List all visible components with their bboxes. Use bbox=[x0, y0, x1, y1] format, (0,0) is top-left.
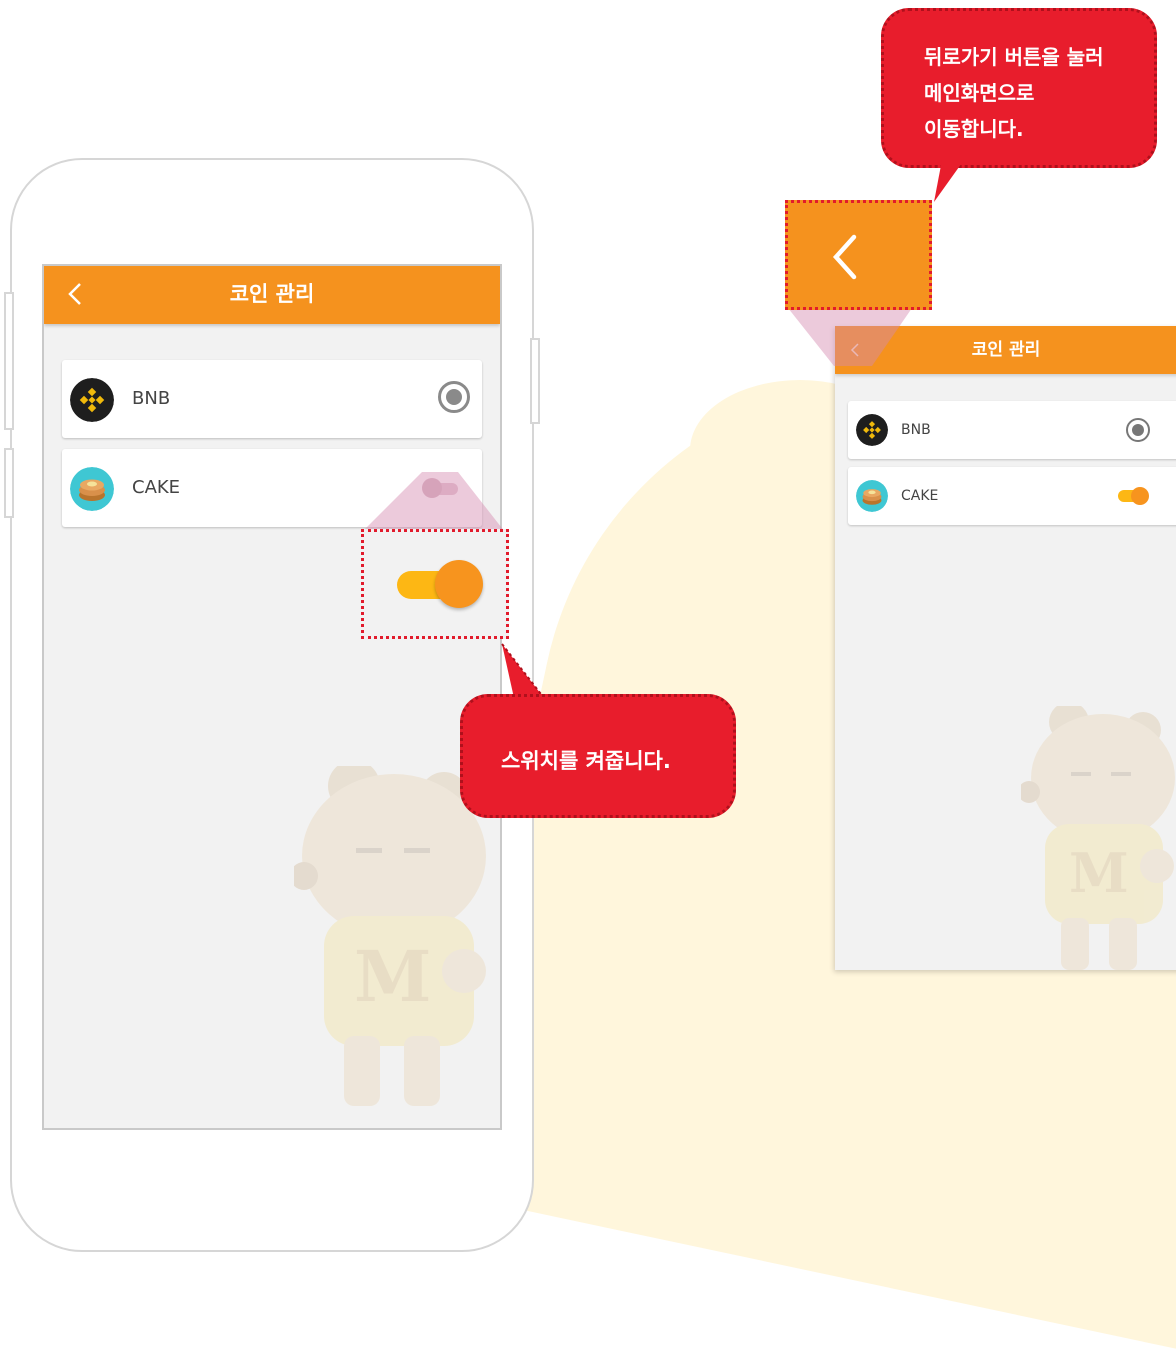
page-title: 코인 관리 bbox=[229, 282, 315, 306]
radio-selected-icon[interactable] bbox=[438, 381, 470, 413]
back-callout-text: 뒤로가기 버튼을 눌러 메인화면으로 이동합니다. bbox=[924, 39, 1104, 147]
cake-coin-icon bbox=[856, 480, 888, 512]
bnb-coin-icon bbox=[70, 378, 114, 422]
callout-pointer bbox=[501, 643, 545, 699]
cake-coin-icon bbox=[70, 467, 114, 511]
preview-coin-row-cake[interactable]: CAKE bbox=[848, 467, 1176, 525]
app-header: 코인 관리 bbox=[44, 266, 500, 324]
chevron-left-icon[interactable] bbox=[826, 231, 866, 283]
mascot-watermark: M bbox=[1021, 706, 1175, 970]
bnb-coin-icon bbox=[856, 414, 888, 446]
phone-screen: M 코인 관리 BNB CAKE bbox=[42, 264, 502, 1130]
back-callout-line: 이동합니다. bbox=[924, 117, 1024, 141]
preview-coin-row-bnb[interactable]: BNB bbox=[848, 401, 1176, 459]
switch-callout: 스위치를 켜줍니다. bbox=[460, 694, 736, 818]
back-button-zoom-box bbox=[785, 200, 932, 310]
switch-callout-text: 스위치를 켜줍니다. bbox=[501, 749, 671, 773]
switch-zoom-box bbox=[361, 529, 509, 639]
coin-name: CAKE bbox=[132, 477, 181, 498]
toggle-switch-thumb-on[interactable] bbox=[1131, 487, 1149, 505]
zoom-highlight-wedge bbox=[362, 472, 505, 532]
radio-selected-icon[interactable] bbox=[1126, 418, 1150, 442]
callout-pointer bbox=[934, 160, 964, 202]
preview-screen: M 코인 관리 BNB CAKE bbox=[835, 326, 1176, 970]
coin-name: CAKE bbox=[901, 488, 939, 504]
coin-name: BNB bbox=[901, 422, 931, 438]
coin-name: BNB bbox=[132, 388, 171, 409]
phone-side-button bbox=[4, 448, 14, 518]
svg-text:M: M bbox=[1069, 841, 1129, 905]
svg-text:M: M bbox=[354, 935, 432, 1018]
zoom-highlight-wedge bbox=[788, 308, 912, 366]
back-callout-line: 뒤로가기 버튼을 눌러 bbox=[924, 45, 1104, 69]
back-callout-line: 메인화면으로 bbox=[924, 81, 1035, 105]
back-callout: 뒤로가기 버튼을 눌러 메인화면으로 이동합니다. bbox=[881, 8, 1157, 168]
phone-side-button bbox=[4, 292, 14, 430]
mascot-watermark: M bbox=[294, 766, 486, 1106]
toggle-switch-thumb-on[interactable] bbox=[435, 560, 483, 608]
coin-row-bnb[interactable]: BNB bbox=[62, 360, 482, 438]
phone-power-button bbox=[530, 338, 540, 424]
